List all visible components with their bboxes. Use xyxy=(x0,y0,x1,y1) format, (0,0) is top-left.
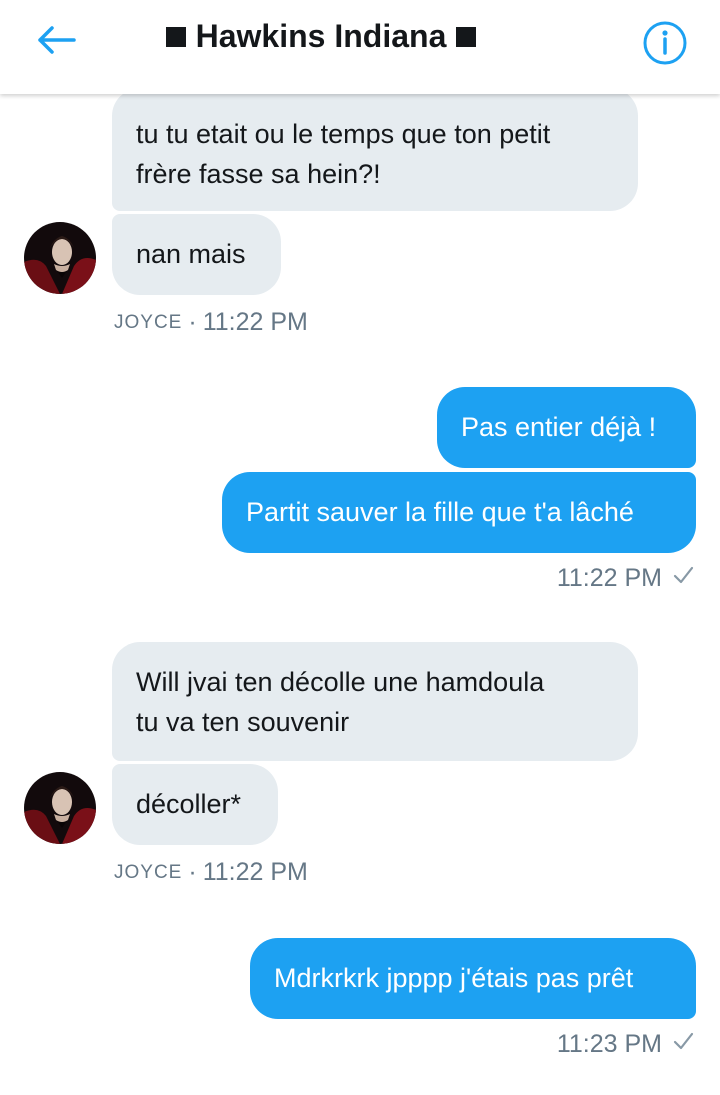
message-text-line: tu va ten souvenir xyxy=(136,707,350,737)
conversation: tu tu etait ou le temps que ton petit fr… xyxy=(0,0,720,1095)
message-bubble-incoming[interactable]: Will jvai ten décolle une hamdoula tu va… xyxy=(112,642,638,761)
message-meta: JOYCE · 11:22 PM xyxy=(114,858,308,887)
message-meta: JOYCE · 11:22 PM xyxy=(114,308,308,337)
message-text-line: Mdrkrkrk jpppp j'étais pas prêt xyxy=(274,963,634,993)
timestamp: 11:22 PM xyxy=(202,308,308,336)
avatar[interactable] xyxy=(24,222,96,294)
header-bar: Hawkins Indiana xyxy=(0,0,720,94)
title-text: Hawkins Indiana xyxy=(195,18,447,54)
message-meta: 11:22 PM xyxy=(557,564,694,593)
meta-separator: · xyxy=(188,308,197,336)
avatar[interactable] xyxy=(24,772,96,844)
checkmark-icon xyxy=(672,564,694,593)
timestamp: 11:22 PM xyxy=(202,858,308,886)
info-icon xyxy=(640,21,690,72)
message-text-line: décoller* xyxy=(136,789,242,819)
square-icon xyxy=(165,26,186,47)
message-bubble-incoming[interactable]: tu tu etait ou le temps que ton petit fr… xyxy=(112,88,638,211)
conversation-title: Hawkins Indiana xyxy=(0,18,720,55)
square-icon xyxy=(456,26,477,47)
timestamp: 11:23 PM xyxy=(556,1030,662,1058)
meta-separator: · xyxy=(188,858,197,886)
message-bubble-outgoing[interactable]: Partit sauver la fille que t'a lâché xyxy=(222,472,696,553)
sender-name: JOYCE xyxy=(114,311,183,333)
checkmark-icon xyxy=(672,1030,694,1059)
message-text-line: tu tu etait ou le temps que ton petit xyxy=(136,119,551,149)
info-button[interactable] xyxy=(640,18,690,68)
message-bubble-outgoing[interactable]: Mdrkrkrk jpppp j'étais pas prêt xyxy=(250,938,696,1019)
message-text-line: Partit sauver la fille que t'a lâché xyxy=(246,497,634,527)
sender-name: JOYCE xyxy=(114,861,183,883)
message-bubble-outgoing[interactable]: Pas entier déjà ! xyxy=(437,387,696,468)
message-text-line: frère fasse sa hein?! xyxy=(136,159,381,189)
message-meta: 11:23 PM xyxy=(557,1030,694,1059)
timestamp: 11:22 PM xyxy=(556,564,662,592)
message-text-line: Pas entier déjà ! xyxy=(461,412,657,442)
message-bubble-incoming[interactable]: décoller* xyxy=(112,764,278,845)
message-text-line: nan mais xyxy=(136,239,246,269)
message-bubble-incoming[interactable]: nan mais xyxy=(112,214,281,295)
message-text-line: Will jvai ten décolle une hamdoula xyxy=(136,667,545,697)
